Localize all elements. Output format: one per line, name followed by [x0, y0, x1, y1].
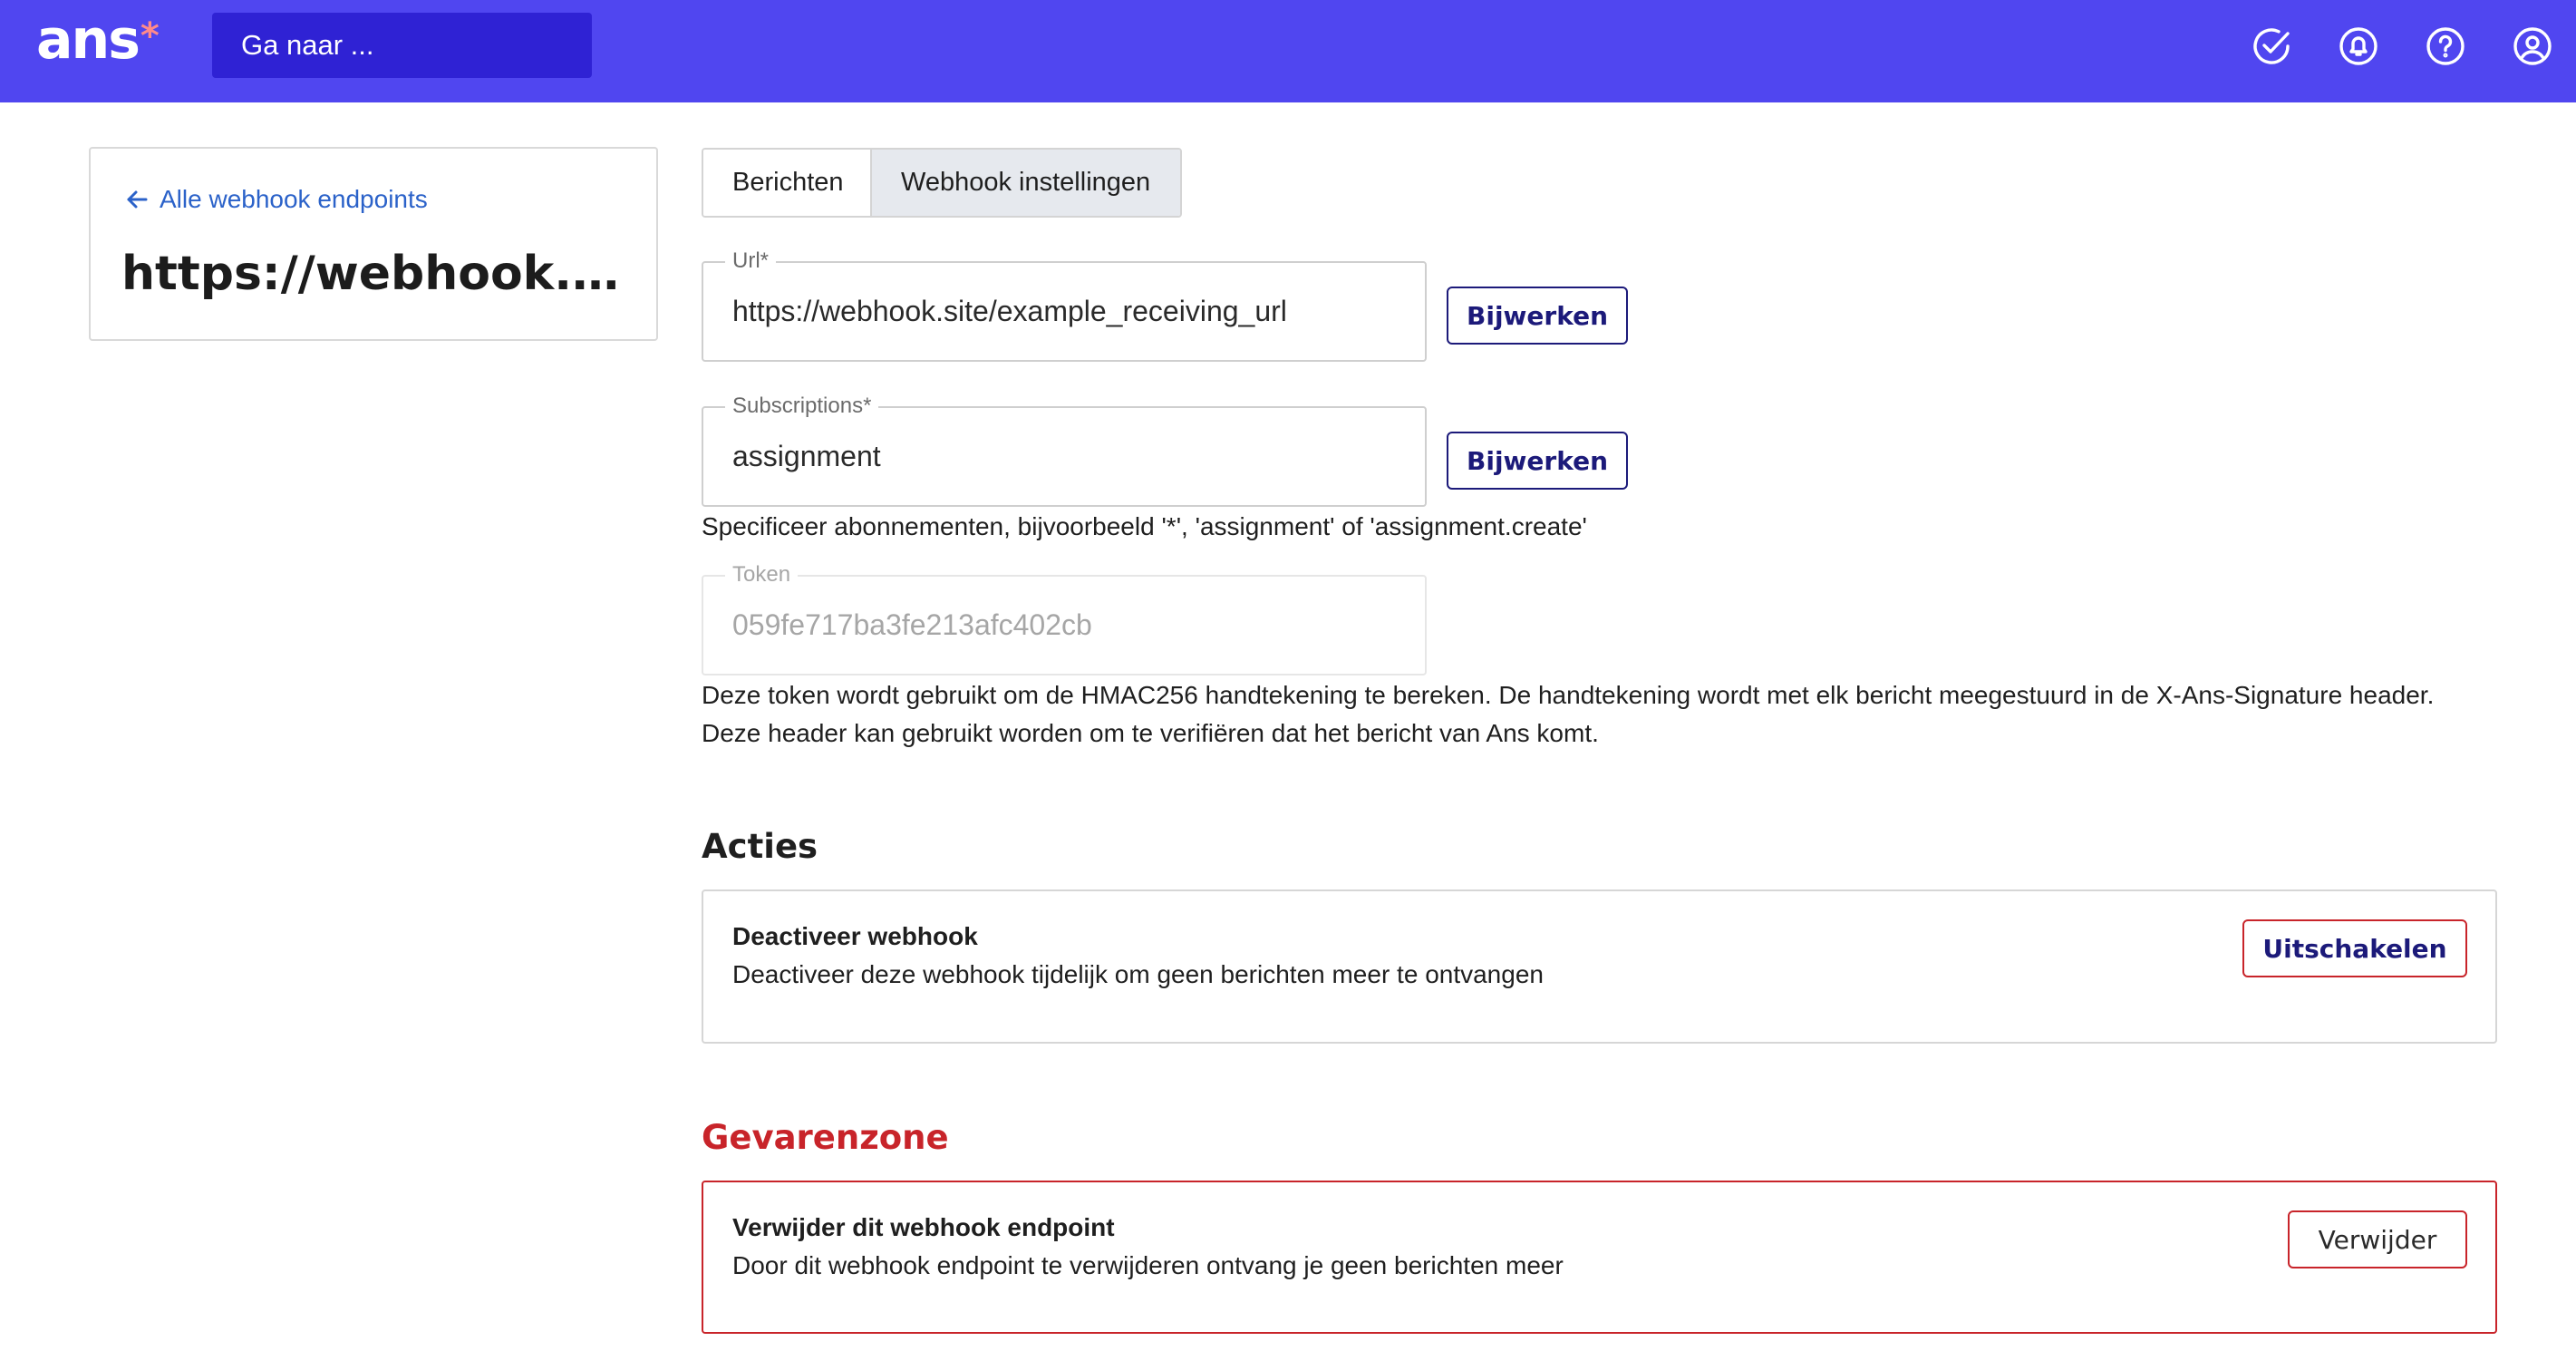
- update-subscriptions-button[interactable]: Bijwerken: [1447, 432, 1628, 490]
- goto-search-input[interactable]: Ga naar ...: [212, 13, 592, 78]
- token-field: Token 059fe717ba3fe213afc402cb: [702, 562, 1427, 676]
- arrow-left-icon: [127, 190, 148, 209]
- deactivate-button[interactable]: Uitschakelen: [2242, 919, 2467, 977]
- actions-section-title: Acties: [702, 827, 818, 866]
- delete-title: Verwijder dit webhook endpoint: [732, 1213, 1115, 1241]
- logo-text: ans: [36, 8, 140, 72]
- back-link-label: Alle webhook endpoints: [160, 185, 428, 213]
- check-circle-icon[interactable]: [2251, 25, 2292, 67]
- token-help-line-2: Deze header kan gebruikt worden om te ve…: [702, 719, 1599, 747]
- subscriptions-help-text: Specificeer abonnementen, bijvoorbeeld '…: [702, 512, 1587, 540]
- subscriptions-field[interactable]: Subscriptions* assignment: [702, 394, 1427, 507]
- tab-bar: Berichten Webhook instellingen: [702, 148, 1182, 218]
- deactivate-title: Deactiveer webhook: [732, 922, 978, 950]
- danger-zone-title: Gevarenzone: [702, 1118, 949, 1157]
- token-help-line-1: Deze token wordt gebruikt om de HMAC256 …: [702, 681, 2435, 709]
- endpoint-summary-card: Alle webhook endpoints https://webhook.s…: [89, 147, 658, 341]
- top-navigation-bar: ans* Ga naar ...: [0, 0, 2576, 102]
- url-field-value[interactable]: https://webhook.site/example_receiving_u…: [732, 263, 1287, 360]
- help-icon[interactable]: [2425, 25, 2466, 67]
- token-field-value: 059fe717ba3fe213afc402cb: [732, 608, 1092, 641]
- deactivate-description: Deactiveer deze webhook tijdelijk om gee…: [732, 960, 1544, 988]
- delete-description: Door dit webhook endpoint te verwijderen…: [732, 1251, 1564, 1279]
- ans-logo[interactable]: ans*: [36, 13, 160, 67]
- delete-button[interactable]: Verwijder: [2288, 1210, 2467, 1268]
- user-icon[interactable]: [2512, 25, 2553, 67]
- bell-icon[interactable]: [2338, 25, 2379, 67]
- update-url-button[interactable]: Bijwerken: [1447, 287, 1628, 345]
- url-field[interactable]: Url* https://webhook.site/example_receiv…: [702, 248, 1427, 362]
- tab-webhook-instellingen[interactable]: Webhook instellingen: [872, 150, 1180, 216]
- back-to-endpoints-link[interactable]: Alle webhook endpoints: [123, 185, 428, 214]
- endpoint-title: https://webhook.site/example_receiving_u…: [121, 247, 638, 301]
- logo-star: *: [140, 15, 160, 57]
- subscriptions-field-value[interactable]: assignment: [732, 408, 881, 505]
- deactivate-webhook-panel: Deactiveer webhook Deactiveer deze webho…: [702, 889, 2497, 1044]
- tab-berichten[interactable]: Berichten: [703, 150, 872, 216]
- delete-endpoint-panel: Verwijder dit webhook endpoint Door dit …: [702, 1181, 2497, 1334]
